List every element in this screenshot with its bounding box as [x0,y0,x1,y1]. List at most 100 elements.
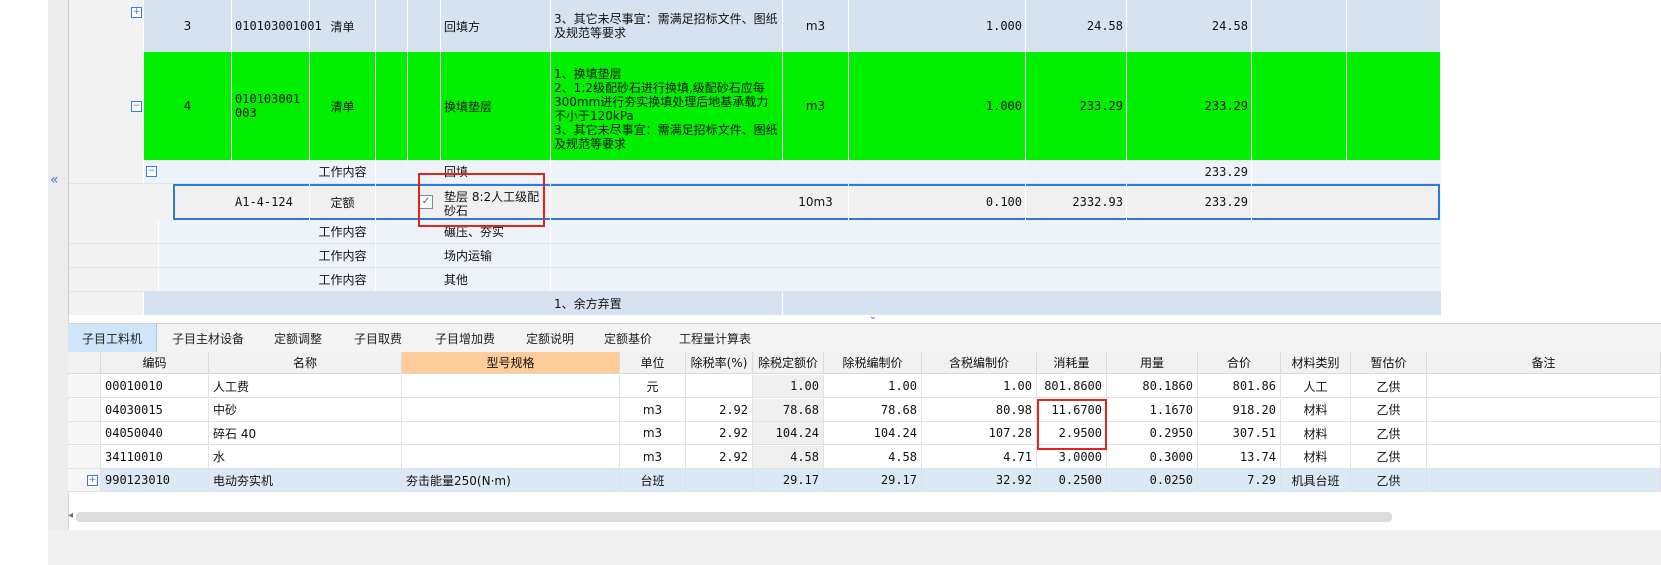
cell-total[interactable]: 801.86 [1198,375,1281,398]
tree-row-4[interactable]: − 4 010103001003 清单 换填垫层 1、换填垫层 2、1:2级配砂… [69,52,1441,160]
cell-code[interactable]: 34110010 [101,445,209,469]
tree-row-work-3[interactable]: 工作内容 场内运输 [69,244,1441,268]
cell-remark[interactable] [1427,422,1661,445]
cell-remark[interactable] [1427,445,1661,469]
cell-quota-price[interactable]: 104.24 [753,422,824,445]
cell-estimate[interactable]: 乙供 [1351,469,1427,492]
scroll-left-icon[interactable]: ◂ [68,510,76,524]
col-header-estimate[interactable]: 暂估价 [1351,352,1427,374]
cell-name[interactable]: 中砂 [209,398,402,422]
cell-quota-price[interactable]: 29.17 [753,469,824,492]
minus-icon[interactable]: − [146,166,157,177]
col-header-taxed-price[interactable]: 含税编制价 [922,352,1037,374]
tab-labor-material-machine[interactable]: 子目工料机 [68,324,157,352]
cell-material-type[interactable]: 人工 [1281,375,1351,398]
cell-usage[interactable]: 0.0250 [1107,469,1198,492]
tab-quantity-calc[interactable]: 工程量计算表 [670,324,760,352]
col-header-unit[interactable]: 单位 [620,352,686,374]
minus-icon[interactable]: − [131,101,142,112]
cell-code[interactable]: 04050040 [101,422,209,445]
cell-estimate[interactable]: 乙供 [1351,398,1427,422]
cell-unit[interactable]: m3 [620,398,686,422]
cell-remark[interactable] [1427,469,1661,492]
cell-code[interactable]: 990123010 [101,469,209,492]
tab-quota-description[interactable]: 定额说明 [512,324,588,352]
cell-estimate[interactable]: 乙供 [1351,422,1427,445]
col-header-consumption[interactable]: 消耗量 [1037,352,1107,374]
cell-remark[interactable] [1427,375,1661,398]
tab-quota-base-price[interactable]: 定额基价 [590,324,666,352]
cell-compiled-price[interactable]: 4.58 [824,445,922,469]
col-header-name[interactable]: 名称 [209,352,402,374]
tree-row-5-partial[interactable]: 1、余方弃置 [69,292,1441,315]
tab-additional-fee[interactable]: 子目增加费 [420,324,510,352]
cell-tax-rate[interactable]: 2.92 [686,445,753,469]
tab-fee[interactable]: 子目取费 [340,324,416,352]
cell-unit[interactable]: m3 [620,445,686,469]
cell-tax-rate[interactable] [686,469,753,492]
cell-material-type[interactable]: 材料 [1281,398,1351,422]
cell-name[interactable]: 碎石 40 [209,422,402,445]
cell-unit[interactable]: m3 [620,422,686,445]
cell-consumption[interactable]: 0.2500 [1037,469,1107,492]
cell-name[interactable]: 水 [209,445,402,469]
cell-spec[interactable]: 夯击能量250(N·m) [402,469,620,492]
cell-name[interactable]: 电动夯实机 [209,469,402,492]
cell-unit[interactable]: 元 [620,375,686,398]
cell-code[interactable]: 04030015 [101,398,209,422]
cell-quota-price[interactable]: 1.00 [753,375,824,398]
tree-row-quota[interactable]: A1-4-124 定额 ✓ 垫层 8:2人工级配砂石 10m3 0.100 23… [69,184,1441,220]
cell-usage[interactable]: 0.2950 [1107,422,1198,445]
cell-taxed-price[interactable]: 1.00 [922,375,1037,398]
cell-material-type[interactable]: 机具台班 [1281,469,1351,492]
cell-unit[interactable]: 台班 [620,469,686,492]
tab-quota-adjust[interactable]: 定额调整 [260,324,336,352]
cell-estimate[interactable]: 乙供 [1351,445,1427,469]
cell-compiled-price[interactable]: 78.68 [824,398,922,422]
cell-usage[interactable]: 0.3000 [1107,445,1198,469]
cell-total[interactable]: 13.74 [1198,445,1281,469]
cell-name[interactable]: 人工费 [209,375,402,398]
col-header-quota-price[interactable]: 除税定额价 [753,352,824,374]
cell-compiled-price[interactable]: 104.24 [824,422,922,445]
tab-main-material-equipment[interactable]: 子目主材设备 [160,324,256,352]
tree-row-work-4[interactable]: 工作内容 其他 [69,268,1441,292]
cell-spec[interactable] [402,398,620,422]
collapse-left-panel-icon[interactable]: « [50,172,66,194]
plus-icon[interactable]: + [87,475,98,486]
cell-tax-rate[interactable]: 2.92 [686,398,753,422]
cell-material-type[interactable]: 材料 [1281,422,1351,445]
cell-total[interactable]: 307.51 [1198,422,1281,445]
tree-row-work-1[interactable]: − 工作内容 回填 233.29 [69,160,1441,184]
cell-tax-rate[interactable]: 2.92 [686,422,753,445]
splitter-handle-icon[interactable]: ⌄ [866,312,880,322]
col-header-usage[interactable]: 用量 [1107,352,1198,374]
col-header-tax-rate[interactable]: 除税率(%) [686,352,753,374]
tree-row-work-2[interactable]: 工作内容 碾压、夯实 [69,220,1441,244]
cell-consumption[interactable]: 801.8600 [1037,375,1107,398]
cell-spec[interactable] [402,445,620,469]
cell-spec[interactable] [402,422,620,445]
tree-row-3[interactable]: + 3 010103001001 清单 回填方 3、其它未尽事宜：需满足招标文件… [69,0,1441,52]
cell-spec[interactable] [402,375,620,398]
cell-taxed-price[interactable]: 32.92 [922,469,1037,492]
col-header-code[interactable]: 编码 [101,352,209,374]
plus-icon[interactable]: + [131,7,142,18]
cell-compiled-price[interactable]: 29.17 [824,469,922,492]
col-header-remark[interactable]: 备注 [1427,352,1661,374]
cell-quota-price[interactable]: 78.68 [753,398,824,422]
cell-taxed-price[interactable]: 107.28 [922,422,1037,445]
col-header-compiled-price[interactable]: 除税编制价 [824,352,922,374]
cell-compiled-price[interactable]: 1.00 [824,375,922,398]
cell-taxed-price[interactable]: 80.98 [922,398,1037,422]
cell-usage[interactable]: 1.1670 [1107,398,1198,422]
col-header-total[interactable]: 合价 [1198,352,1281,374]
cell-code[interactable]: 00010010 [101,375,209,398]
cell-taxed-price[interactable]: 4.71 [922,445,1037,469]
horizontal-scrollbar[interactable] [76,512,1392,522]
cell-quota-price[interactable]: 4.58 [753,445,824,469]
cell-usage[interactable]: 80.1860 [1107,375,1198,398]
cell-material-type[interactable]: 材料 [1281,445,1351,469]
col-header-material-type[interactable]: 材料类别 [1281,352,1351,374]
cell-tax-rate[interactable] [686,375,753,398]
